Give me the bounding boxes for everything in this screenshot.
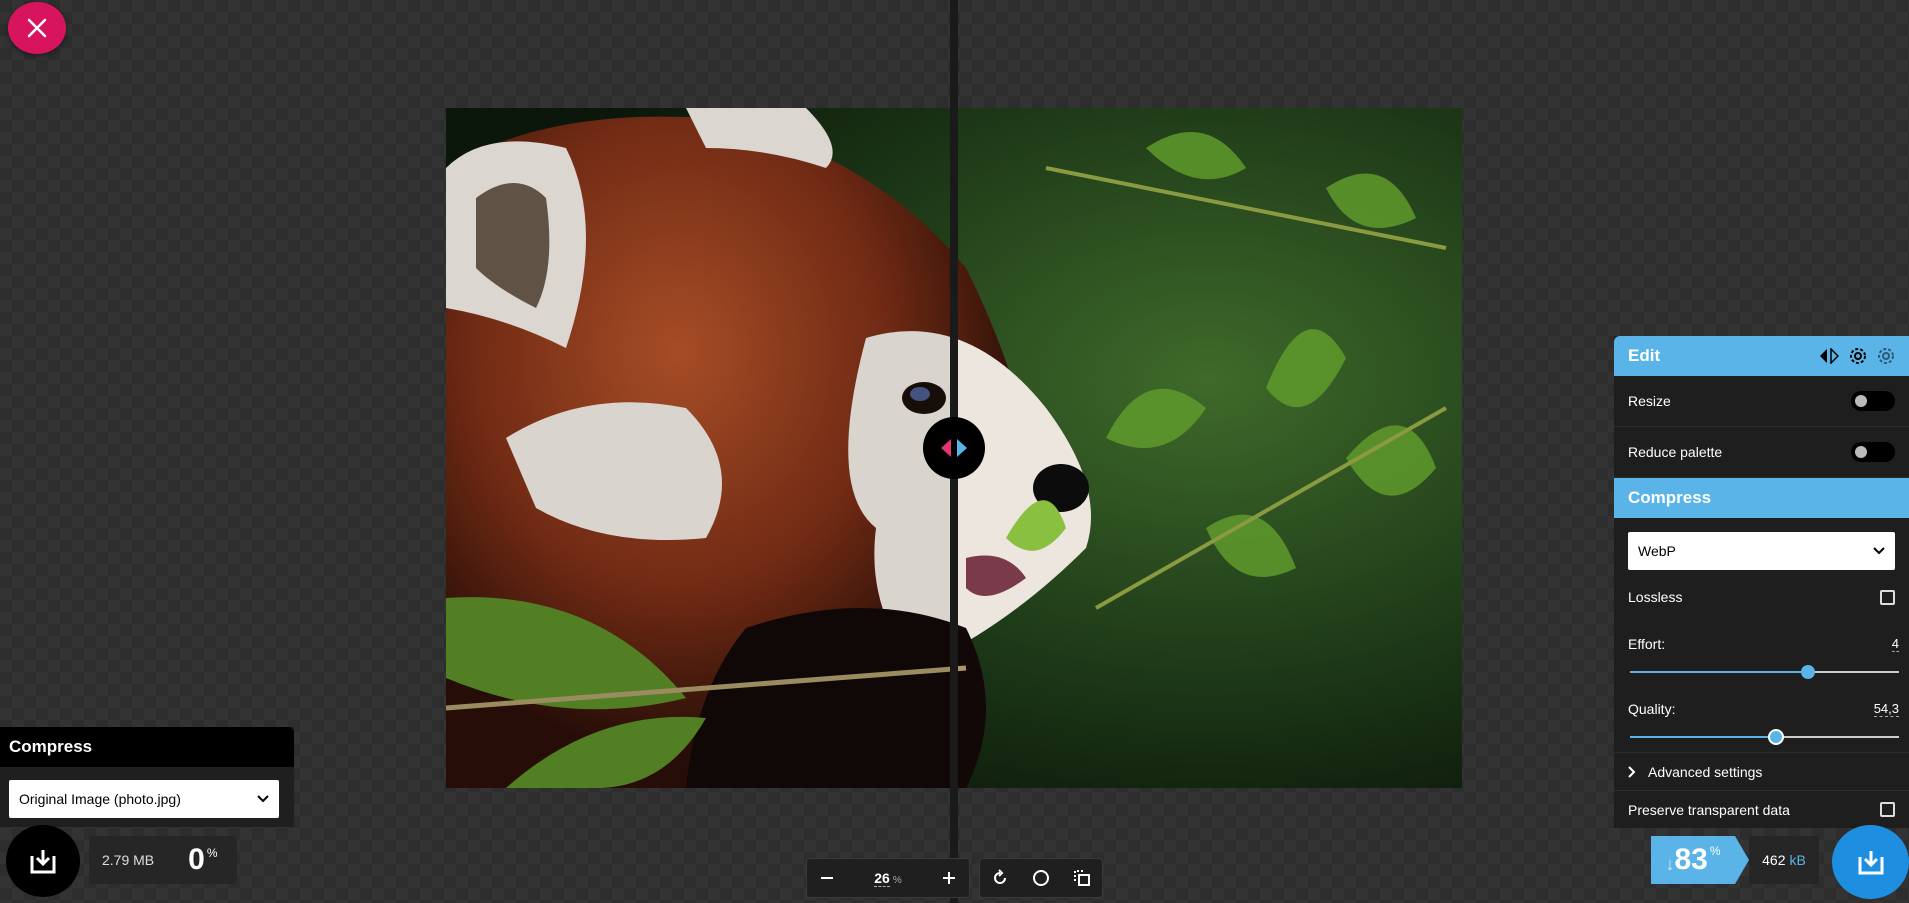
chevron-down-icon: [257, 795, 269, 803]
effort-slider-fill: [1630, 671, 1808, 673]
original-size-info: 2.79 MB 0 %: [89, 836, 237, 884]
down-arrow-icon: ↓: [1665, 853, 1675, 874]
effort-slider-thumb[interactable]: [1800, 665, 1815, 679]
right-options-panel: Edit Resize Reduce palette Compress WebP: [1614, 336, 1909, 828]
compressed-size-unit: kB: [1789, 852, 1806, 868]
quality-slider[interactable]: [1630, 729, 1899, 745]
view-mode-icon: [1073, 870, 1090, 886]
preserve-transparent-checkbox[interactable]: [1880, 802, 1895, 817]
quality-slider-row: Quality: 54,3: [1614, 687, 1909, 752]
resize-row: Resize: [1614, 376, 1909, 427]
lossless-label: Lossless: [1628, 589, 1683, 605]
plus-icon: [943, 872, 956, 884]
format-select-value: WebP: [1638, 543, 1676, 559]
compare-handle[interactable]: [923, 417, 985, 479]
rotate-icon: [994, 869, 1007, 884]
left-options-panel: Compress Original Image (photo.jpg): [0, 727, 294, 827]
view-mode-button[interactable]: [1062, 858, 1102, 898]
effort-slider[interactable]: [1630, 665, 1899, 679]
download-compressed-button[interactable]: [1832, 825, 1909, 899]
edit-section-header: Edit: [1614, 336, 1909, 376]
close-button[interactable]: [8, 2, 66, 54]
reduction-badge-notch: [1735, 836, 1749, 884]
original-reduction-symbol: %: [206, 846, 218, 860]
split-arrows-icon: [941, 439, 967, 457]
quality-label: Quality:: [1628, 701, 1676, 717]
split-arrows-icon[interactable]: [1819, 348, 1839, 364]
download-original-button[interactable]: [6, 825, 80, 897]
close-icon: [27, 18, 47, 38]
gear-icon[interactable]: [1877, 347, 1895, 365]
rotate-button[interactable]: [980, 858, 1020, 898]
view-toolbar: [979, 858, 1103, 898]
background-circle-icon: [1032, 870, 1049, 886]
reduction-value: 83: [1674, 843, 1708, 876]
source-select[interactable]: Original Image (photo.jpg): [9, 780, 279, 818]
preserve-transparent-row: Preserve transparent data: [1614, 790, 1909, 828]
download-icon: [1858, 851, 1883, 875]
reduction-badge: ↓ 83 %: [1651, 836, 1735, 884]
quality-slider-thumb[interactable]: [1768, 729, 1785, 745]
preserve-transparent-label: Preserve transparent data: [1628, 801, 1790, 818]
compressed-size-info: 462 kB: [1749, 836, 1819, 884]
zoom-level[interactable]: 26%: [847, 870, 930, 887]
reduce-palette-row: Reduce palette: [1614, 427, 1909, 478]
original-file-size: 2.79 MB: [102, 852, 155, 868]
chevron-right-icon: [1628, 765, 1636, 778]
minus-icon: [820, 877, 833, 879]
format-select[interactable]: WebP: [1628, 532, 1895, 570]
zoom-out-button[interactable]: [807, 858, 847, 898]
effort-value[interactable]: 4: [1891, 636, 1899, 652]
edit-section-title: Edit: [1628, 346, 1661, 365]
resize-label: Resize: [1628, 393, 1671, 409]
zoom-unit: %: [892, 875, 902, 886]
effort-label: Effort:: [1628, 636, 1666, 652]
left-panel-title: Compress: [0, 727, 294, 767]
compress-section-title: Compress: [1628, 488, 1712, 507]
compressed-size-value: 462: [1762, 852, 1786, 868]
resize-toggle[interactable]: [1851, 391, 1895, 411]
chevron-down-icon: [1873, 547, 1885, 555]
zoom-in-button[interactable]: [929, 858, 969, 898]
compress-section-header: Compress: [1614, 478, 1909, 518]
zoom-value[interactable]: 26: [874, 870, 890, 887]
background-toggle-button[interactable]: [1021, 858, 1061, 898]
advanced-settings-label: Advanced settings: [1648, 763, 1763, 780]
original-reduction-value: 0: [188, 843, 205, 876]
advanced-settings-toggle[interactable]: Advanced settings: [1614, 752, 1909, 790]
source-select-value: Original Image (photo.jpg): [19, 791, 181, 807]
reduce-palette-toggle[interactable]: [1851, 442, 1895, 462]
quality-value[interactable]: 54,3: [1873, 701, 1899, 717]
effort-slider-row: Effort: 4: [1614, 622, 1909, 687]
lossless-checkbox[interactable]: [1880, 589, 1895, 605]
quality-slider-fill: [1630, 736, 1777, 738]
reduce-palette-label: Reduce palette: [1628, 444, 1723, 460]
gear-icon[interactable]: [1849, 347, 1867, 365]
zoom-toolbar: 26%: [806, 858, 970, 898]
reduction-symbol: %: [1709, 844, 1721, 858]
lossless-row: Lossless: [1614, 572, 1909, 622]
download-icon: [30, 850, 56, 874]
